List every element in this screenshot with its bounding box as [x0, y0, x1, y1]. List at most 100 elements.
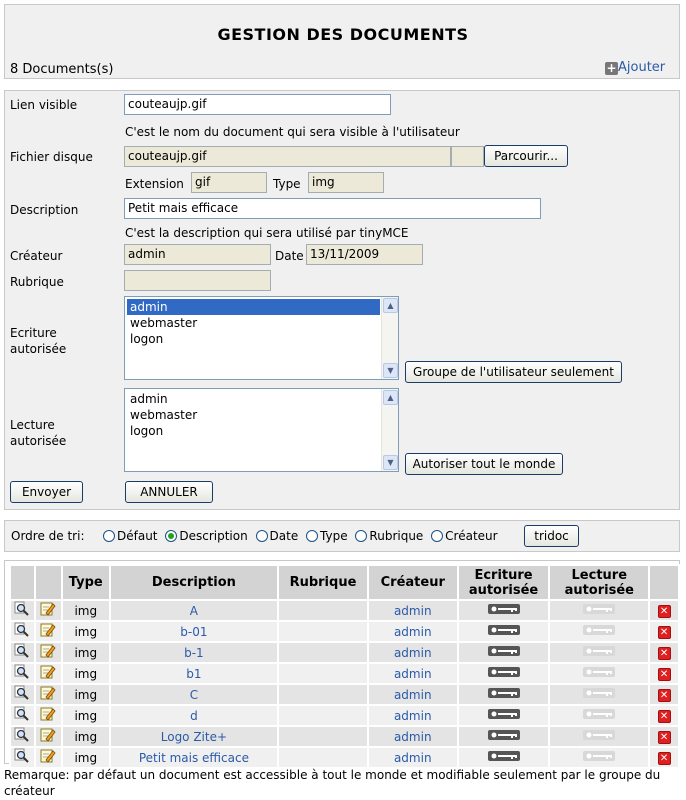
- magnifier-icon[interactable]: [14, 748, 30, 767]
- key-icon[interactable]: [487, 729, 521, 744]
- key-icon[interactable]: [582, 687, 616, 702]
- delete-x-icon[interactable]: ✕: [657, 751, 671, 765]
- description-link[interactable]: b1: [186, 667, 201, 681]
- edit-pencil-icon[interactable]: [40, 601, 56, 620]
- scroll-up-icon[interactable]: ▲: [383, 390, 398, 405]
- magnifier-icon[interactable]: [14, 727, 30, 746]
- sort-option-defaut[interactable]: Défaut: [103, 529, 158, 543]
- delete-x-icon[interactable]: ✕: [657, 667, 671, 681]
- key-icon[interactable]: [487, 603, 521, 618]
- key-icon[interactable]: [487, 687, 521, 702]
- description-link[interactable]: A: [190, 604, 198, 618]
- scroll-down-icon[interactable]: ▼: [383, 363, 398, 378]
- edit-pencil-icon[interactable]: [40, 727, 56, 746]
- tridoc-button[interactable]: tridoc: [524, 525, 579, 547]
- envoyer-button[interactable]: Envoyer: [10, 481, 83, 503]
- edit-pencil-icon[interactable]: [40, 685, 56, 704]
- delete-x-icon[interactable]: ✕: [657, 688, 671, 702]
- lecture-option[interactable]: logon: [127, 423, 398, 439]
- annuler-button[interactable]: ANNULER: [125, 481, 213, 503]
- radio-icon[interactable]: [306, 530, 319, 542]
- magnifier-icon[interactable]: [14, 643, 30, 662]
- edit-pencil-icon[interactable]: [40, 748, 56, 767]
- key-icon[interactable]: [487, 645, 521, 660]
- sort-option-rubrique[interactable]: Rubrique: [355, 529, 423, 543]
- ecriture-option[interactable]: webmaster: [127, 315, 398, 331]
- description-link[interactable]: b-1: [184, 646, 204, 660]
- delete-x-icon[interactable]: ✕: [657, 625, 671, 639]
- delete-x-icon[interactable]: ✕: [657, 604, 671, 618]
- edit-pencil-icon[interactable]: [40, 622, 56, 641]
- lien-visible-input[interactable]: couteaujp.gif: [124, 94, 391, 115]
- createur-link[interactable]: admin: [394, 730, 432, 744]
- createur-link[interactable]: admin: [394, 667, 432, 681]
- autoriser-tout-button[interactable]: Autoriser tout le monde: [405, 453, 563, 475]
- key-icon[interactable]: [582, 645, 616, 660]
- createur-link[interactable]: admin: [394, 751, 432, 765]
- description-link[interactable]: d: [190, 709, 198, 723]
- lecture-scrollbar[interactable]: ▲ ▼: [381, 389, 398, 471]
- createur-link[interactable]: admin: [394, 604, 432, 618]
- delete-x-icon[interactable]: ✕: [657, 730, 671, 744]
- sort-option-createur[interactable]: Créateur: [431, 529, 498, 543]
- magnifier-icon[interactable]: [14, 685, 30, 704]
- key-icon[interactable]: [582, 708, 616, 723]
- groupe-utilisateur-button[interactable]: Groupe de l'utilisateur seulement: [405, 361, 622, 383]
- sort-option-date[interactable]: Date: [255, 529, 298, 543]
- createur-link[interactable]: admin: [394, 688, 432, 702]
- extension-input[interactable]: gif: [191, 172, 267, 193]
- ecriture-scrollbar[interactable]: ▲ ▼: [381, 297, 398, 379]
- edit-pencil-icon[interactable]: [40, 643, 56, 662]
- lecture-option[interactable]: webmaster: [127, 407, 398, 423]
- radio-icon[interactable]: [355, 530, 368, 542]
- ecriture-option[interactable]: logon: [127, 331, 398, 347]
- magnifier-icon[interactable]: [14, 601, 30, 620]
- fichier-disque-input[interactable]: couteaujp.gif: [124, 146, 451, 167]
- key-icon[interactable]: [487, 708, 521, 723]
- ecriture-option[interactable]: admin: [127, 299, 380, 315]
- add-document-link[interactable]: +Ajouter: [605, 60, 665, 75]
- rubrique-input[interactable]: [124, 270, 271, 291]
- magnifier-icon[interactable]: [14, 622, 30, 641]
- lecture-listbox[interactable]: admin webmaster logon ▲ ▼: [124, 388, 399, 472]
- key-icon[interactable]: [487, 666, 521, 681]
- description-link[interactable]: C: [190, 688, 198, 702]
- key-icon[interactable]: [487, 624, 521, 639]
- ecriture-listbox[interactable]: admin webmaster logon ▲ ▼: [124, 296, 399, 380]
- scroll-down-icon[interactable]: ▼: [383, 455, 398, 470]
- browse-button[interactable]: Parcourir...: [484, 145, 568, 167]
- key-icon[interactable]: [487, 750, 521, 765]
- sort-option-type[interactable]: Type: [306, 529, 348, 543]
- edit-pencil-icon[interactable]: [40, 664, 56, 683]
- lecture-option[interactable]: admin: [127, 391, 380, 407]
- date-input[interactable]: 13/11/2009: [306, 244, 423, 265]
- createur-link[interactable]: admin: [394, 709, 432, 723]
- key-icon[interactable]: [582, 666, 616, 681]
- magnifier-icon[interactable]: [14, 664, 30, 683]
- radio-icon[interactable]: [103, 530, 115, 542]
- header-description[interactable]: Description: [108, 564, 280, 601]
- header-type[interactable]: Type: [60, 564, 111, 601]
- delete-x-icon[interactable]: ✕: [657, 646, 671, 660]
- key-icon[interactable]: [582, 603, 616, 618]
- header-createur[interactable]: Créateur: [366, 564, 459, 601]
- createur-link[interactable]: admin: [394, 646, 432, 660]
- createur-input[interactable]: admin: [124, 244, 271, 265]
- scroll-up-icon[interactable]: ▲: [383, 298, 398, 313]
- description-link[interactable]: Petit mais efficace: [139, 751, 249, 765]
- radio-icon[interactable]: [431, 530, 444, 542]
- radio-icon[interactable]: [255, 530, 268, 542]
- delete-x-icon[interactable]: ✕: [657, 709, 671, 723]
- description-link[interactable]: b-01: [180, 625, 207, 639]
- header-rubrique[interactable]: Rubrique: [277, 564, 369, 601]
- key-icon[interactable]: [582, 729, 616, 744]
- edit-pencil-icon[interactable]: [40, 706, 56, 725]
- type-input[interactable]: img: [308, 172, 384, 193]
- key-icon[interactable]: [582, 624, 616, 639]
- createur-link[interactable]: admin: [394, 625, 432, 639]
- magnifier-icon[interactable]: [14, 706, 30, 725]
- key-icon[interactable]: [582, 750, 616, 765]
- radio-checked-icon[interactable]: [165, 530, 178, 542]
- sort-option-description[interactable]: Description: [165, 529, 248, 543]
- description-link[interactable]: Logo Zite+: [161, 730, 227, 744]
